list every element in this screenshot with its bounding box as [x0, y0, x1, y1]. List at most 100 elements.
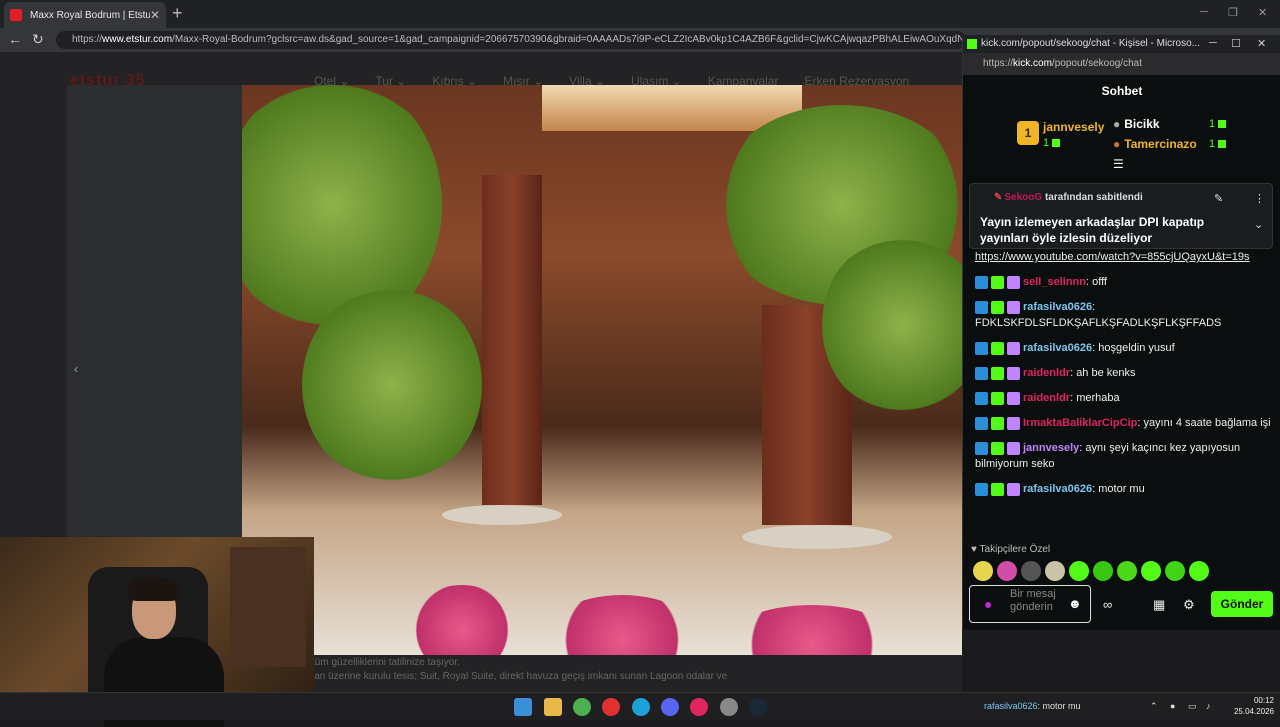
- file-explorer-icon[interactable]: [544, 698, 562, 716]
- chat-url-path: /popout/sekoog/chat: [1051, 58, 1142, 69]
- chat-url-bar[interactable]: https://kick.com/popout/sekoog/chat: [963, 53, 1280, 75]
- user-badge-icon: [975, 482, 988, 496]
- leaderboard-user[interactable]: ● Tamercinazo: [1113, 137, 1197, 151]
- emote-icon[interactable]: [1069, 561, 1089, 581]
- chat-link[interactable]: https://www.youtube.com/watch?v=855cjUQa…: [975, 251, 1250, 263]
- chat-window-titlebar: kick.com/popout/sekoog/chat - Kişisel - …: [963, 35, 1280, 53]
- user-badge-icon: [1007, 300, 1020, 314]
- close-icon[interactable]: ✕: [1257, 37, 1266, 50]
- notification-text: : motor mu: [1037, 701, 1081, 711]
- chat-text: : ah be kenks: [1070, 367, 1136, 379]
- expand-leaderboard-icon[interactable]: ☰: [1113, 157, 1124, 171]
- browser-tab[interactable]: Maxx Royal Bodrum | Etstur ✕: [4, 2, 166, 28]
- back-icon[interactable]: ←: [8, 31, 22, 47]
- chat-url-prefix: https://: [983, 58, 1014, 69]
- emote-icon[interactable]: [1093, 561, 1113, 581]
- chat-username[interactable]: raidenldr: [1023, 392, 1070, 404]
- user-badge-icon: [1007, 391, 1020, 405]
- url-input[interactable]: https://www.etstur.com/Maxx-Royal-Bodrum…: [56, 31, 966, 49]
- reload-icon[interactable]: ↻: [32, 31, 44, 48]
- new-tab-icon[interactable]: +: [172, 4, 183, 22]
- tab-close-icon[interactable]: ✕: [150, 8, 160, 22]
- hotel-description: lan üzerine kurulu tesis; Suit, Royal Su…: [312, 671, 728, 682]
- user-badge-icon: [991, 366, 1004, 380]
- minimize-icon[interactable]: ─: [1209, 37, 1217, 49]
- chat-username[interactable]: IrmaktaBaliklarCipCip: [1023, 417, 1137, 429]
- rank-3-icon: ●: [1113, 137, 1121, 151]
- chat-username[interactable]: sell_selinnn: [1023, 276, 1086, 288]
- site-nav: etstur 35 Otel ⌄ Tur ⌄ Kıbrıs ⌄ Mısır ⌄ Vill…: [0, 52, 962, 89]
- user-badge-icon: [991, 416, 1004, 430]
- gallery-prev-icon[interactable]: ‹: [74, 362, 86, 376]
- network-icon[interactable]: ▭: [1188, 701, 1197, 712]
- user-badge-icon: [991, 391, 1004, 405]
- chat-input-placeholder: Bir mesaj gönderin: [1010, 588, 1056, 613]
- start-icon[interactable]: [514, 698, 532, 716]
- edge-icon[interactable]: [632, 698, 650, 716]
- leaderboard-count: 1: [1209, 138, 1227, 150]
- url-prefix: https://: [72, 34, 103, 45]
- leaderboard-user[interactable]: ● Bicikk: [1113, 117, 1160, 131]
- user-badge-icon: [975, 391, 988, 405]
- user-badge-icon: [991, 341, 1004, 355]
- leaderboard-count-value: 1: [1209, 138, 1216, 150]
- etstur-favicon-icon: [10, 9, 22, 21]
- emote-icon[interactable]: [1165, 561, 1185, 581]
- settings-gear-icon[interactable]: ⚙: [1183, 597, 1195, 613]
- followers-only-text: Takipçilere Özel: [979, 544, 1051, 555]
- chrome-icon[interactable]: [573, 698, 591, 716]
- close-icon[interactable]: ✕: [1258, 6, 1267, 19]
- leaderboard-user[interactable]: jannvesely: [1043, 120, 1104, 134]
- user-badge-icon: [975, 366, 988, 380]
- minimize-icon[interactable]: ─: [1200, 6, 1208, 18]
- clock-date: 25.04.2026: [1233, 707, 1274, 716]
- emote-icon[interactable]: [973, 561, 993, 581]
- emoji-icon[interactable]: ☻: [1068, 596, 1082, 611]
- photo-table: [742, 525, 892, 549]
- opera-icon[interactable]: [602, 698, 620, 716]
- unpin-icon[interactable]: ✎: [1214, 192, 1223, 205]
- maximize-icon[interactable]: ☐: [1231, 37, 1241, 50]
- leaderboard-user-name: Tamercinazo: [1124, 137, 1197, 151]
- kicks-icon[interactable]: ∞: [1103, 597, 1112, 612]
- emote-icon[interactable]: [1189, 561, 1209, 581]
- app-icon[interactable]: [720, 698, 738, 716]
- url-host: www.etstur.com: [102, 34, 173, 45]
- chevron-down-icon[interactable]: ⌄: [1254, 218, 1263, 231]
- more-options-icon[interactable]: ⋮: [1254, 192, 1265, 205]
- chat-message: rafasilva0626: motor mu: [975, 481, 1271, 497]
- steam-icon[interactable]: [749, 698, 767, 716]
- chat-username[interactable]: rafasilva0626: [1023, 483, 1092, 495]
- user-badge-icon: [1007, 441, 1020, 455]
- user-badge-icon: [1007, 341, 1020, 355]
- chat-username[interactable]: jannvesely: [1023, 442, 1079, 454]
- microphone-icon[interactable]: ●: [1170, 701, 1175, 711]
- emote-icon[interactable]: [1021, 561, 1041, 581]
- media-player-icon[interactable]: [690, 698, 708, 716]
- user-badge-icon: [991, 441, 1004, 455]
- user-badge-icon: [1007, 482, 1020, 496]
- emote-icon[interactable]: [1117, 561, 1137, 581]
- chat-username[interactable]: rafasilva0626: [1023, 342, 1092, 354]
- chat-message: raidenldr: ah be kenks: [975, 365, 1271, 381]
- show-hidden-icons-icon[interactable]: ⌃: [1150, 701, 1158, 712]
- emote-icon[interactable]: [1045, 561, 1065, 581]
- user-badge-icon: [1007, 416, 1020, 430]
- send-button[interactable]: Gönder: [1211, 591, 1273, 617]
- emote-icon[interactable]: [1141, 561, 1161, 581]
- emote-icon[interactable]: [997, 561, 1017, 581]
- discord-icon[interactable]: [661, 698, 679, 716]
- chat-username[interactable]: raidenldr: [1023, 367, 1070, 379]
- chat-message: rafasilva0626: FDKLSKFDLSFLDKŞAFLKŞFADLK…: [975, 299, 1271, 331]
- chat-message-input[interactable]: ● Bir mesaj gönderin ☻: [969, 585, 1091, 623]
- maximize-icon[interactable]: ❐: [1228, 6, 1238, 19]
- chat-username[interactable]: rafasilva0626: [1023, 301, 1092, 313]
- chat-window-title: kick.com/popout/sekoog/chat - Kişisel - …: [981, 38, 1200, 49]
- chat-message: jannvesely: aynı şeyi kaçıncı kez yapıyo…: [975, 440, 1271, 472]
- pinned-by-user[interactable]: SekooG: [1004, 192, 1042, 203]
- leaderboard-user-name: Bicikk: [1124, 117, 1160, 131]
- photo-flowers: [722, 605, 902, 655]
- system-clock[interactable]: 00:12 25.04.2026: [1226, 695, 1274, 717]
- store-icon[interactable]: ▦: [1153, 597, 1165, 613]
- volume-icon[interactable]: ♪: [1206, 701, 1211, 711]
